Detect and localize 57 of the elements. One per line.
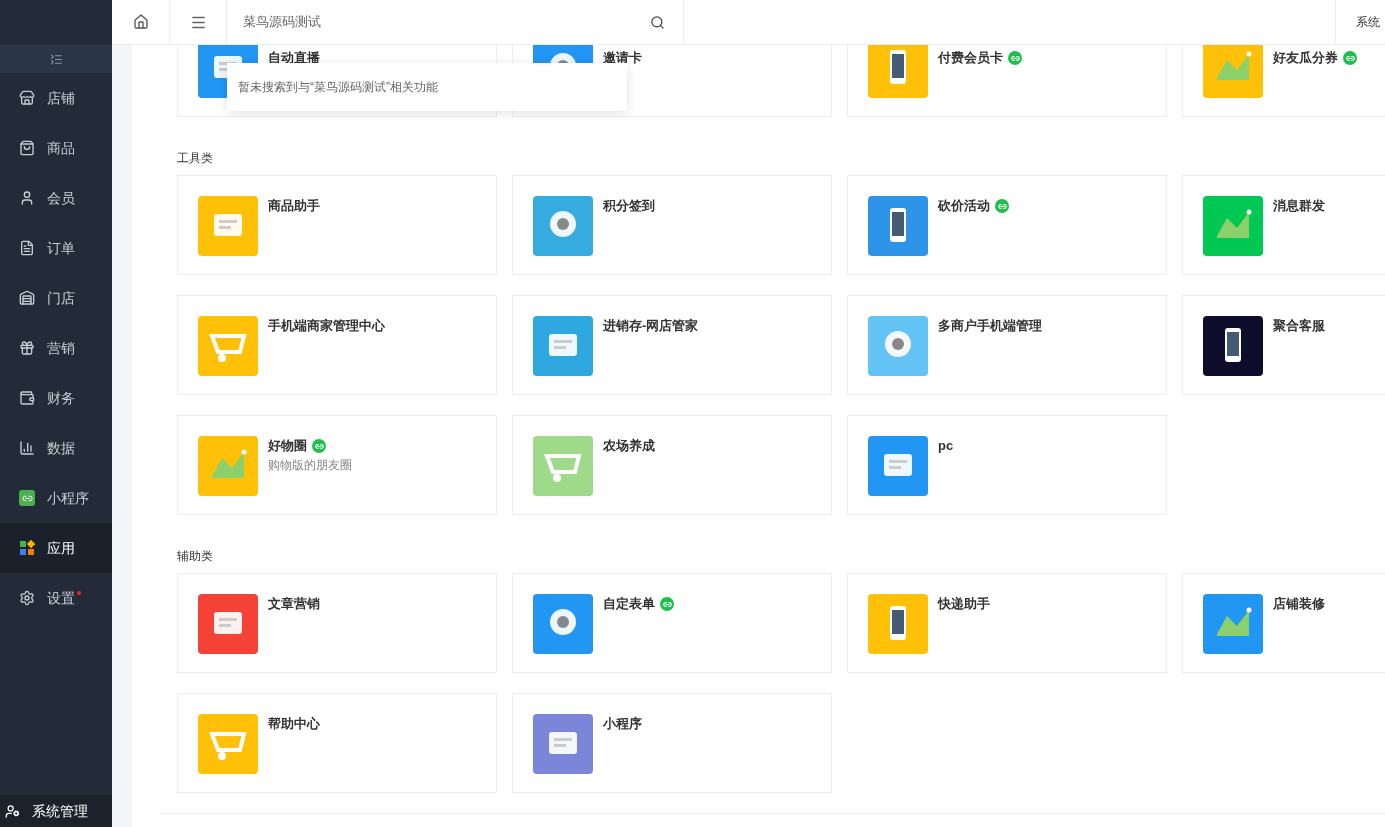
app-name: 聚合客服 (1273, 317, 1325, 335)
app-card[interactable]: 好物圈 购物版的朋友圈 (177, 415, 497, 515)
app-card[interactable]: 进销存-网店管家 (512, 295, 832, 395)
app-name: pc (938, 437, 954, 455)
app-card[interactable]: 自定表单 (512, 573, 832, 673)
sidebar-item[interactable]: 商品 (0, 123, 112, 173)
app-card[interactable]: 好友瓜分券 (1182, 45, 1385, 117)
sidebar-item[interactable]: 会员 (0, 173, 112, 223)
app-name: 自定表单 (603, 595, 655, 613)
app-name: 小程序 (603, 715, 642, 733)
app-name: 多商户手机端管理 (938, 317, 1042, 335)
app-name: 商品助手 (268, 197, 320, 215)
section-title: 工具类 (177, 150, 214, 167)
app-card[interactable]: 快递助手 (847, 573, 1167, 673)
app-name: 消息群发 (1273, 197, 1325, 215)
sidebar-item[interactable]: 财务 (0, 373, 112, 423)
app-name: 积分签到 (603, 197, 655, 215)
app-card[interactable]: 消息群发 (1182, 175, 1385, 275)
app-name: 文章营销 (268, 595, 320, 613)
app-card[interactable]: 手机端商家管理中心 (177, 295, 497, 395)
sidebar-item[interactable]: 小程序 (0, 473, 112, 523)
app-card[interactable]: 农场养成 (512, 415, 832, 515)
app-card[interactable]: 多商户手机端管理 (847, 295, 1167, 395)
system-admin-button[interactable]: 系统管理 (0, 795, 112, 827)
app-name: 手机端商家管理中心 (268, 317, 385, 335)
app-name: 农场养成 (603, 437, 655, 455)
sidebar-item[interactable]: 门店 (0, 273, 112, 323)
app-card[interactable]: 付费会员卡 (847, 45, 1167, 117)
sidebar-item[interactable]: 数据 (0, 423, 112, 473)
app-name: 帮助中心 (268, 715, 320, 733)
app-card[interactable]: 小程序 (512, 693, 832, 793)
app-name: 快递助手 (938, 595, 990, 613)
app-card[interactable]: pc (847, 415, 1167, 515)
app-card[interactable]: 积分签到 (512, 175, 832, 275)
sidebar-item[interactable]: 店铺 (0, 73, 112, 123)
app-name: 好物圈 (268, 437, 307, 455)
sidebar-item[interactable]: 设置 (0, 573, 112, 623)
app-card[interactable]: 帮助中心 (177, 693, 497, 793)
account-menu[interactable]: 系统 (1356, 13, 1380, 31)
app-card[interactable]: 文章营销 (177, 573, 497, 673)
app-card[interactable]: 店铺装修 (1182, 573, 1385, 673)
app-description: 购物版的朋友圈 (268, 457, 352, 474)
app-name: 店铺装修 (1273, 595, 1325, 613)
sidebar-item[interactable]: 营销 (0, 323, 112, 373)
app-name: 进销存-网店管家 (603, 317, 699, 335)
app-name: 付费会员卡 (938, 49, 1003, 67)
no-results-message: 暂未搜索到与“菜鸟源码测试”相关功能 (238, 79, 438, 96)
sidebar-item[interactable]: 订单 (0, 223, 112, 273)
app-card[interactable]: 砍价活动 (847, 175, 1167, 275)
search-field[interactable]: 菜鸟源码测试 (243, 12, 650, 32)
app-name: 邀请卡 (603, 49, 642, 67)
app-card[interactable]: 聚合客服 (1182, 295, 1385, 395)
sidebar-item[interactable]: 应用 (0, 523, 112, 573)
app-name: 砍价活动 (938, 197, 990, 215)
app-card[interactable]: 商品助手 (177, 175, 497, 275)
section-title: 辅助类 (177, 548, 214, 565)
app-name: 好友瓜分券 (1273, 49, 1338, 67)
